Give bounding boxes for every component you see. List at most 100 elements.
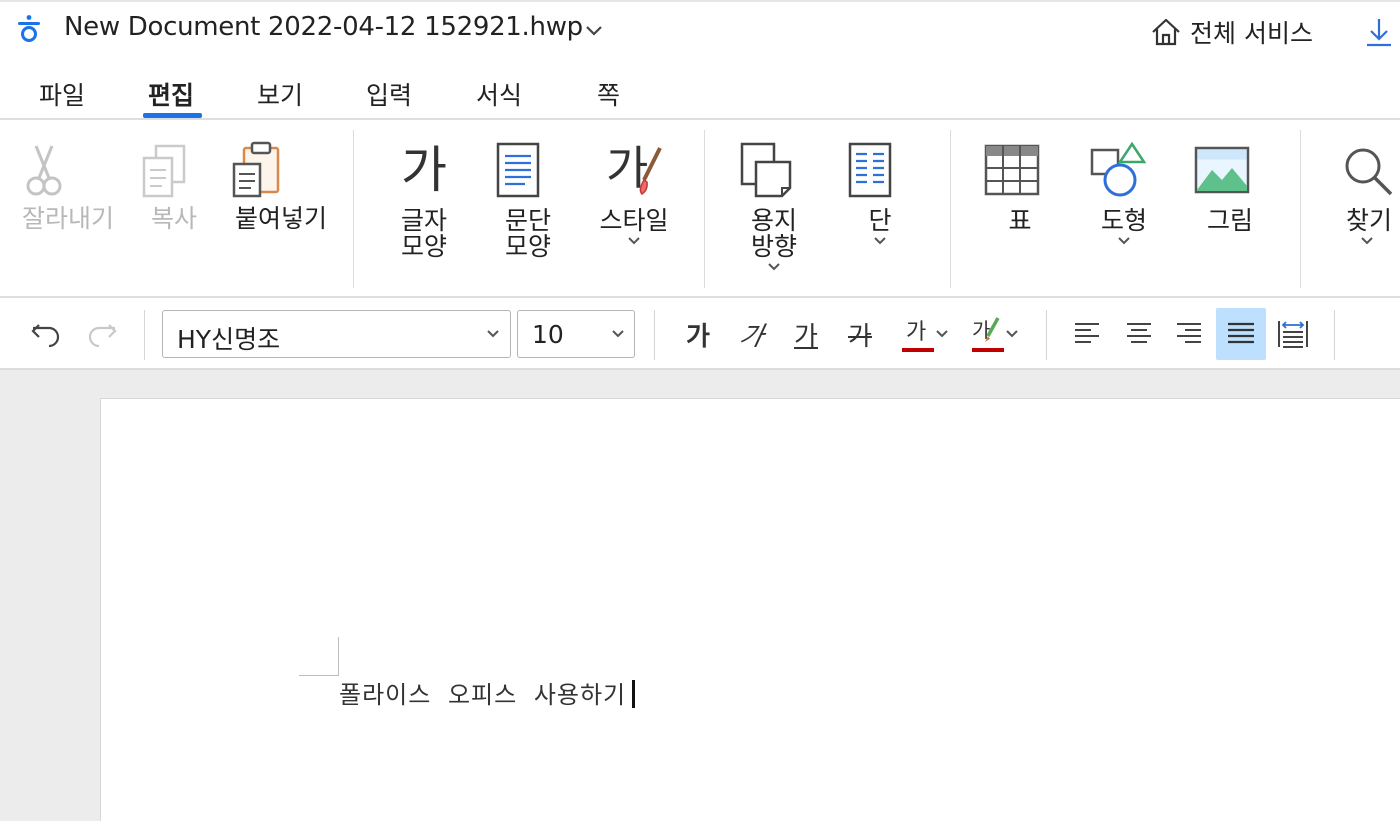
- highlight-button[interactable]: 가: [962, 308, 1026, 360]
- distribute-icon: [1277, 318, 1309, 350]
- align-justify-button[interactable]: [1216, 308, 1266, 360]
- font-color-swatch: [902, 348, 934, 352]
- title-bar: New Document 2022-04-12 152921.hwp 전체 서비…: [0, 0, 1400, 58]
- columns-icon: [842, 140, 918, 200]
- paragraph-shape-label-1: 문단: [504, 206, 551, 235]
- app-logo-icon[interactable]: [14, 14, 44, 44]
- chevron-down-icon: [1334, 236, 1400, 246]
- redo-icon: [85, 319, 119, 349]
- strikethrough-icon: 가: [848, 321, 872, 352]
- tab-page[interactable]: 쪽: [597, 76, 620, 112]
- font-family-select[interactable]: HY신명조: [162, 310, 511, 358]
- bold-button[interactable]: 가: [676, 308, 720, 360]
- picture-button[interactable]: 그림: [1192, 140, 1268, 234]
- align-center-icon: [1125, 321, 1153, 347]
- highlight-swatch: [972, 348, 1004, 352]
- chevron-down-icon: [590, 236, 678, 246]
- copy-label: 복사: [150, 204, 197, 233]
- italic-button[interactable]: 가: [730, 308, 774, 360]
- font-family-value: HY신명조: [177, 325, 281, 354]
- font-color-button[interactable]: 가: [892, 308, 956, 360]
- redo-button[interactable]: [80, 308, 124, 360]
- paragraph-shape-button[interactable]: 문단 모양: [490, 140, 566, 260]
- document-body-text[interactable]: 폴라이스 오피스 사용하기: [339, 675, 636, 710]
- strikethrough-button[interactable]: 가: [838, 308, 882, 360]
- copy-button[interactable]: 복사: [136, 140, 212, 232]
- align-center-button[interactable]: [1116, 308, 1162, 360]
- paste-button[interactable]: 붙여넣기: [228, 140, 334, 232]
- table-label: 표: [1008, 206, 1032, 235]
- find-label: 찾기: [1346, 206, 1393, 235]
- underline-button[interactable]: 가: [784, 308, 828, 360]
- picture-label: 그림: [1206, 206, 1253, 235]
- all-services-label: 전체 서비스: [1190, 19, 1313, 48]
- chevron-down-icon: [842, 236, 918, 246]
- columns-button[interactable]: 단: [842, 140, 918, 246]
- tab-format[interactable]: 서식: [476, 76, 522, 112]
- paste-label: 붙여넣기: [234, 204, 327, 233]
- copy-icon: [136, 140, 212, 200]
- toolbar-divider: [1046, 310, 1047, 360]
- toolbar-divider: [144, 310, 145, 360]
- table-icon: [982, 140, 1058, 200]
- page-orientation-icon: [736, 140, 812, 200]
- picture-icon: [1192, 140, 1268, 200]
- scissors-icon: [16, 140, 120, 200]
- char-shape-label-1: 글자: [400, 206, 447, 235]
- shape-button[interactable]: 도형: [1086, 140, 1162, 246]
- align-justify-icon: [1226, 321, 1256, 347]
- table-button[interactable]: 표: [982, 140, 1058, 234]
- align-left-button[interactable]: [1064, 308, 1110, 360]
- tab-file[interactable]: 파일: [39, 76, 85, 112]
- document-title[interactable]: New Document 2022-04-12 152921.hwp: [64, 12, 583, 42]
- document-page[interactable]: 폴라이스 오피스 사용하기: [100, 398, 1400, 821]
- find-button[interactable]: 찾기: [1334, 140, 1400, 246]
- ribbon-divider: [353, 130, 354, 288]
- font-size-value: 10: [532, 320, 564, 349]
- tab-view[interactable]: 보기: [257, 76, 303, 112]
- ribbon-divider: [950, 130, 951, 288]
- distribute-button[interactable]: [1270, 308, 1316, 360]
- download-icon[interactable]: [1364, 16, 1394, 48]
- align-left-icon: [1073, 321, 1101, 347]
- chevron-down-icon: [1086, 236, 1162, 246]
- font-color-glyph: 가: [906, 320, 927, 345]
- home-icon: [1150, 16, 1182, 48]
- cut-button[interactable]: 잘라내기: [16, 140, 120, 232]
- char-shape-icon: 가: [401, 141, 447, 199]
- toolbar-divider: [654, 310, 655, 360]
- cut-label: 잘라내기: [21, 204, 114, 233]
- char-shape-button[interactable]: 가 글자 모양: [386, 140, 462, 260]
- document-workspace: 폴라이스 오피스 사용하기: [0, 370, 1400, 821]
- ribbon-divider: [704, 130, 705, 288]
- chevron-down-icon[interactable]: [584, 24, 604, 38]
- style-icon: 가: [602, 140, 666, 200]
- align-right-button[interactable]: [1166, 308, 1212, 360]
- margin-guide-vertical: [338, 637, 339, 675]
- shapes-icon: [1086, 140, 1162, 200]
- page-orientation-label-2: 방향: [750, 232, 797, 261]
- style-button[interactable]: 가 스타일: [590, 140, 678, 246]
- bold-icon: 가: [686, 321, 710, 352]
- chevron-down-icon: [485, 329, 501, 339]
- toolbar-divider: [1334, 310, 1335, 360]
- search-icon: [1337, 140, 1397, 200]
- text-caret: [632, 680, 636, 708]
- all-services-button[interactable]: 전체 서비스: [1150, 14, 1313, 50]
- font-color-icon: 가: [898, 312, 934, 356]
- undo-button[interactable]: [24, 308, 68, 360]
- chevron-down-icon: [736, 262, 812, 272]
- chevron-down-icon: [934, 329, 950, 339]
- font-size-select[interactable]: 10: [517, 310, 635, 358]
- tab-insert[interactable]: 입력: [366, 76, 412, 112]
- highlighter-icon: 가: [968, 312, 1004, 356]
- ribbon-divider: [1300, 130, 1301, 288]
- tab-edit[interactable]: 편집: [148, 76, 194, 112]
- paragraph-shape-label-2: 모양: [504, 232, 551, 261]
- undo-icon: [29, 319, 63, 349]
- active-tab-indicator: [143, 113, 202, 118]
- paste-icon: [228, 140, 334, 200]
- menu-bar: 파일 편집 보기 입력 서식 쪽: [0, 58, 1400, 120]
- page-orientation-button[interactable]: 용지 방향: [736, 140, 812, 272]
- document-text[interactable]: 폴라이스 오피스 사용하기: [339, 681, 626, 709]
